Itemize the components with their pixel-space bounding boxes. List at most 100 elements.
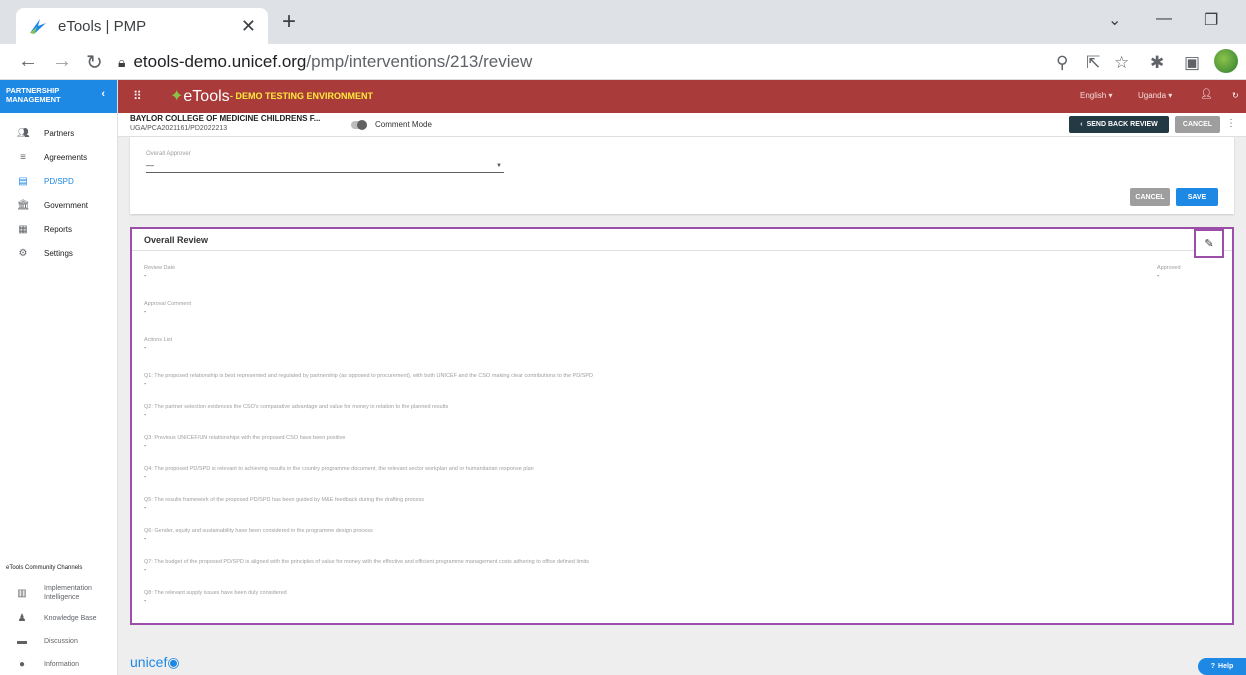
document-icon: ▤ xyxy=(18,175,28,187)
people-icon: 👥︎ xyxy=(17,127,30,139)
send-back-review-button[interactable]: ‹ SEND BACK REVIEW xyxy=(1069,116,1169,133)
sidebar-footer-label: Information xyxy=(44,660,80,668)
sidebar-item-discussion[interactable]: ▬ Discussion xyxy=(0,633,118,649)
question-item-q5: Q5: The results framework of the propose… xyxy=(144,497,424,512)
overall-approver-select[interactable]: — ▼ xyxy=(146,161,504,173)
sidebar-item-label: PD/SPD xyxy=(44,176,74,186)
share-icon[interactable]: ⇱ xyxy=(1086,53,1100,73)
question-item-q7: Q7: The budget of the proposed PD/SPD is… xyxy=(144,559,590,574)
etools-leaf-icon: ✦ xyxy=(170,88,184,105)
dropdown-arrow-icon: ▼ xyxy=(496,163,502,169)
community-channels-title: eTools Community Channels xyxy=(6,565,83,571)
bank-icon: 🏛︎ xyxy=(17,199,30,211)
question-item-q3: Q3: Previous UNICEF/UN relationships wit… xyxy=(144,435,346,450)
approval-comment-field: Approval Comment - xyxy=(144,301,192,316)
question-item-q8: Q8: The relevant supply issues have been… xyxy=(144,590,287,605)
unicef-logo: unicef◉ xyxy=(130,654,180,670)
reload-icon[interactable]: ↻ xyxy=(86,50,103,75)
sidebar-header: PARTNERSHIP MANAGEMENT ‹ xyxy=(0,80,117,113)
clipboard-icon: ▦ xyxy=(18,223,28,235)
approved-field: Approved - xyxy=(1157,265,1181,280)
discussion-icon: ▬ xyxy=(17,635,27,647)
save-button[interactable]: SAVE xyxy=(1176,188,1218,206)
close-tab-icon[interactable]: ✕ xyxy=(241,16,256,37)
pencil-icon: ✎ xyxy=(1204,238,1214,250)
sidebar-item-label: Reports xyxy=(44,224,73,234)
address-bar: ← → ↻ 🔒︎ etools-demo.unicef.org/pmp/inte… xyxy=(0,44,1246,80)
browser-tab[interactable]: eTools | PMP ✕ xyxy=(16,8,268,44)
tab-title: eTools | PMP xyxy=(58,17,147,35)
overall-review-card: Overall Review ✎ Review Date - Approved … xyxy=(130,227,1234,625)
app-header: ⠿ ✦eTools - DEMO TESTING ENVIRONMENT Eng… xyxy=(118,80,1246,113)
comment-mode-label: Comment Mode xyxy=(375,120,432,129)
lock-icon: 🔒︎ xyxy=(118,53,126,70)
collapse-sidebar-icon[interactable]: ‹ xyxy=(101,89,105,100)
gear-icon: ⚙ xyxy=(18,247,28,259)
sidebar-title: PARTNERSHIP MANAGEMENT xyxy=(6,86,61,104)
sidebar-item-label: Government xyxy=(44,200,89,210)
sidebar-item-settings[interactable]: ⚙ Settings xyxy=(0,241,117,265)
chart-icon: ▥ xyxy=(17,587,27,599)
zoom-icon[interactable]: ⚲ xyxy=(1056,53,1068,73)
overall-review-header: Overall Review xyxy=(132,229,1232,251)
edit-review-button[interactable]: ✎ xyxy=(1194,229,1224,258)
review-date-field: Review Date - xyxy=(144,265,176,280)
question-item-q4: Q4: The proposed PD/SPD is relevant to a… xyxy=(144,466,534,481)
bookmark-star-icon[interactable]: ☆ xyxy=(1114,53,1129,73)
user-icon[interactable]: 👤︎ xyxy=(1200,89,1213,100)
overall-approver-value: — xyxy=(146,161,154,170)
cancel-button[interactable]: CANCEL xyxy=(1130,188,1170,206)
sidebar-item-partners[interactable]: 👥︎ Partners xyxy=(0,121,117,145)
sidebar-item-label: Partners xyxy=(44,128,75,138)
sidebar-item-pd-spd[interactable]: ▤ PD/SPD xyxy=(0,169,117,193)
intervention-reference: UGA/PCA2021161/PD2022213 xyxy=(130,125,228,132)
sidebar: PARTNERSHIP MANAGEMENT ‹ 👥︎ Partners ≡ A… xyxy=(0,80,118,675)
sidepanel-icon[interactable]: ▣ xyxy=(1184,53,1200,73)
sidebar-item-information[interactable]: ● Information xyxy=(0,656,118,672)
approver-card: Overall Approver — ▼ CANCEL SAVE xyxy=(130,137,1234,214)
sidebar-item-label: Settings xyxy=(44,248,73,258)
language-dropdown[interactable]: English ▾ xyxy=(1080,91,1113,100)
etools-logo[interactable]: ✦eTools xyxy=(170,86,230,106)
sidebar-item-agreements[interactable]: ≡ Agreements xyxy=(0,145,117,169)
help-icon: ? xyxy=(1210,663,1216,670)
overall-approver-label: Overall Approver xyxy=(146,151,191,157)
extensions-icon[interactable]: ✱ xyxy=(1150,53,1164,73)
url-domain: etools-demo.unicef.org xyxy=(133,52,307,71)
sidebar-footer-label: Knowledge Base xyxy=(44,614,97,622)
sidebar-item-government[interactable]: 🏛︎ Government xyxy=(0,193,117,217)
sidebar-item-label: Agreements xyxy=(44,152,88,162)
unicef-emblem-icon: ◉ xyxy=(167,654,180,670)
new-tab-icon[interactable]: + xyxy=(282,8,296,36)
url-path: /pmp/interventions/213/review xyxy=(306,52,533,71)
actions-list-field: Actions List - xyxy=(144,337,173,352)
apps-grid-icon[interactable]: ⠿ xyxy=(133,89,142,103)
minimize-icon[interactable]: — xyxy=(1156,10,1172,28)
partner-name: BAYLOR COLLEGE OF MEDICINE CHILDRENS F..… xyxy=(130,114,321,123)
intervention-titlebar: BAYLOR COLLEGE OF MEDICINE CHILDRENS F..… xyxy=(118,113,1246,137)
more-options-icon[interactable]: ⋮ xyxy=(1226,118,1236,129)
info-icon: ● xyxy=(18,658,26,670)
cancel-button-top[interactable]: CANCEL xyxy=(1175,116,1220,133)
sidebar-item-knowledge-base[interactable]: ♟ Knowledge Base xyxy=(0,610,118,626)
question-item-q1: Q1: The proposed relationship is best re… xyxy=(144,373,594,388)
sidebar-item-reports[interactable]: ▦ Reports xyxy=(0,217,117,241)
overall-review-title: Overall Review xyxy=(144,235,209,245)
sidebar-item-implementation-intelligence[interactable]: ▥ Implementation Intelligence xyxy=(0,582,118,604)
agreements-icon: ≡ xyxy=(20,151,26,163)
help-button[interactable]: ? Help xyxy=(1198,658,1246,675)
refresh-icon[interactable]: ↻ xyxy=(1232,91,1239,100)
browser-profile-avatar[interactable] xyxy=(1214,49,1238,73)
question-item-q6: Q6: Gender, equity and sustainability ha… xyxy=(144,528,373,543)
back-icon[interactable]: ← xyxy=(18,50,38,73)
browser-tabstrip: eTools | PMP ✕ + ⌄ — ❐ xyxy=(0,0,1246,44)
etools-favicon-icon xyxy=(30,19,46,34)
tab-search-icon[interactable]: ⌄ xyxy=(1108,10,1121,30)
sidebar-footer-label: Implementation Intelligence xyxy=(44,585,92,601)
comment-mode-toggle[interactable] xyxy=(351,120,367,130)
country-dropdown[interactable]: Uganda ▾ xyxy=(1138,91,1172,100)
chevron-left-icon: ‹ xyxy=(1080,121,1083,128)
forward-icon[interactable]: → xyxy=(52,50,72,73)
restore-icon[interactable]: ❐ xyxy=(1204,10,1218,30)
knowledge-base-icon: ♟ xyxy=(17,612,27,624)
